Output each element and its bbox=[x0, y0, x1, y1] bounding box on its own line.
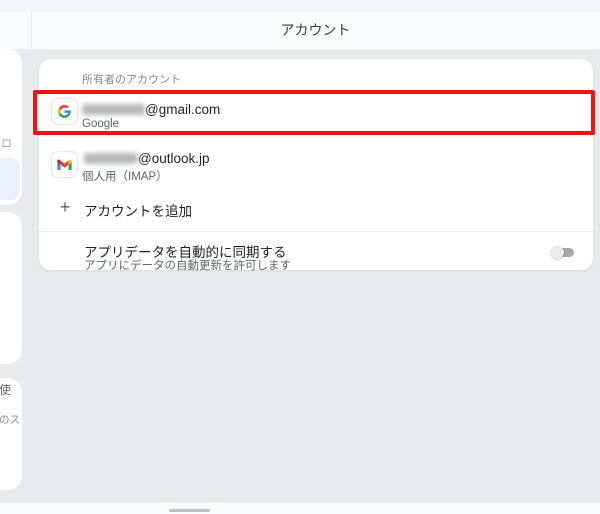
plus-icon: + bbox=[59, 197, 71, 217]
card-divider bbox=[39, 231, 593, 232]
gesture-handle[interactable] bbox=[169, 509, 210, 512]
page-title: アカウント bbox=[280, 22, 351, 38]
gmail-m-icon bbox=[52, 152, 77, 177]
sidebar-item-fragment: ロ bbox=[1, 138, 12, 150]
toggle-thumb bbox=[551, 245, 564, 259]
status-bar bbox=[0, 0, 600, 12]
blurred-username bbox=[84, 153, 138, 164]
auto-sync-subtitle: アプリにデータの自動更新を許可します bbox=[84, 260, 291, 272]
sidebar-item-fragment: のス bbox=[0, 414, 20, 426]
account-provider: 個人用（IMAP） bbox=[82, 171, 168, 183]
sidebar-item-fragment: 使 bbox=[0, 383, 12, 397]
gesture-bar bbox=[0, 503, 600, 514]
settings-screen: アカウント ロ 使 のス 所有者のアカウント @gmail.com Google bbox=[0, 0, 600, 514]
add-account-label: アカウントを追加 bbox=[84, 204, 192, 219]
auto-sync-toggle[interactable] bbox=[551, 245, 575, 259]
sidebar-panel-middle bbox=[0, 212, 22, 364]
sidebar-selected-item-highlight[interactable] bbox=[0, 158, 20, 200]
annotation-highlight-box bbox=[33, 90, 595, 135]
section-label: 所有者のアカウント bbox=[82, 74, 181, 86]
account-email-domain: @outlook.jp bbox=[138, 151, 210, 166]
